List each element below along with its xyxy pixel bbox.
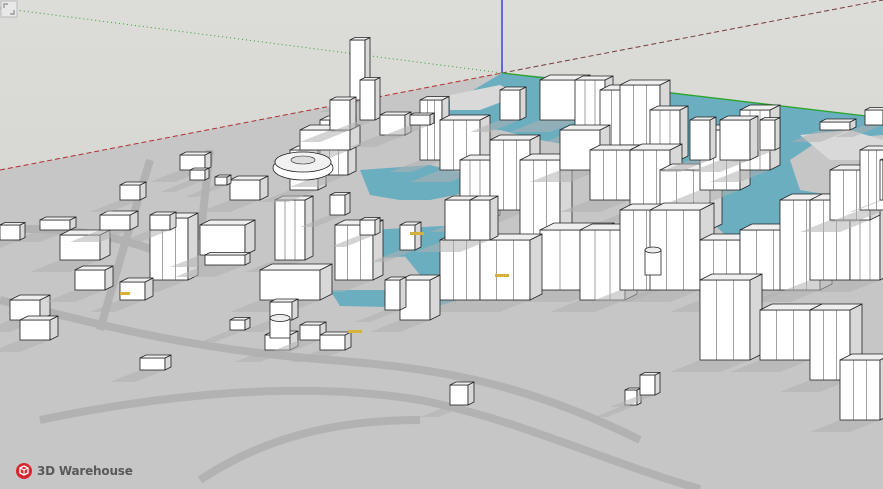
3d-warehouse-brand[interactable]: 3D Warehouse bbox=[15, 462, 133, 480]
brand-label: 3D Warehouse bbox=[37, 464, 133, 478]
yellow-accent bbox=[495, 274, 509, 277]
expand-corner-icon[interactable] bbox=[0, 0, 18, 18]
yellow-accent bbox=[120, 292, 130, 295]
city-model-scene[interactable] bbox=[0, 0, 883, 489]
3d-model-viewport[interactable]: 3D Warehouse bbox=[0, 0, 883, 489]
yellow-accent bbox=[348, 330, 362, 333]
3d-warehouse-logo-icon bbox=[16, 463, 32, 479]
stadium bbox=[272, 151, 334, 181]
yellow-accent bbox=[410, 232, 424, 235]
